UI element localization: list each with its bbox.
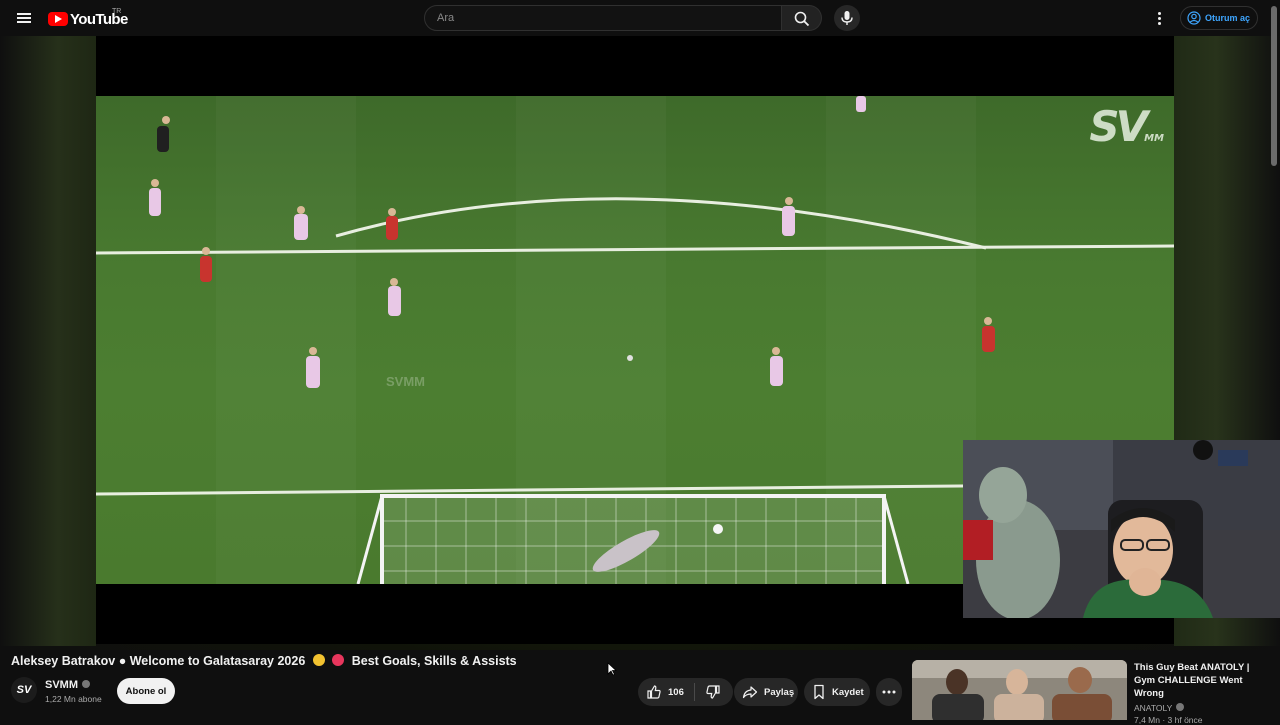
voice-search-button[interactable] (834, 5, 860, 31)
webcam-scene (963, 440, 1280, 618)
settings-menu-button[interactable] (1148, 7, 1170, 29)
recommended-video-thumbnail[interactable] (912, 660, 1127, 720)
share-arrow-icon (742, 686, 758, 699)
subscriber-count: 1,22 Mn abone (45, 694, 102, 704)
recommended-channel-text: ANATOLY (1134, 703, 1173, 713)
search-button[interactable] (782, 5, 822, 31)
channel-name: SVMM (45, 679, 78, 691)
more-horizontal-icon (882, 690, 896, 694)
country-code: TR (112, 8, 122, 15)
watermark-logo-text: SV (1089, 102, 1148, 151)
sign-in-label: Oturum aç (1205, 13, 1251, 23)
subscribe-button[interactable]: Abone ol (117, 678, 175, 704)
recommended-video-meta: 7,4 Mn · 3 hf önce (1134, 715, 1203, 725)
sign-in-button[interactable]: Oturum aç (1180, 6, 1258, 30)
bookmark-icon (814, 684, 824, 700)
title-text-tail: Best Goals, Skills & Assists (351, 654, 517, 668)
thumbs-up-icon (647, 685, 661, 699)
guide-menu-button[interactable] (12, 6, 36, 30)
video-title: Aleksey Batrakov ● Welcome to Galatasara… (11, 654, 517, 668)
dislike-button[interactable] (695, 678, 731, 706)
center-watermark: SVMM (386, 374, 425, 389)
title-text-main: Aleksey Batrakov ● Welcome to Galatasara… (11, 654, 306, 668)
menu-icon-bar (17, 13, 31, 15)
yellow-heart-emoji-icon (312, 654, 325, 666)
channel-name-link[interactable]: SVMM (45, 679, 90, 691)
watermark-logo-sub: MM (1144, 133, 1164, 144)
recommended-video-title[interactable]: This Guy Beat ANATOLY | Gym CHALLENGE We… (1134, 661, 1264, 700)
save-button[interactable]: Kaydet (804, 678, 870, 706)
search-box (424, 5, 782, 31)
search-icon (794, 11, 810, 27)
like-dislike-group: 106 (638, 678, 733, 706)
channel-avatar-text: SV (16, 684, 32, 696)
share-button[interactable]: Paylaş (734, 678, 798, 706)
scrollbar-thumb[interactable] (1271, 6, 1277, 166)
verified-badge-icon (82, 680, 90, 688)
menu-icon-bar (17, 21, 31, 23)
youtube-play-icon (48, 12, 68, 26)
like-button[interactable]: 106 (638, 678, 684, 706)
channel-watermark: SVMM (1089, 102, 1164, 151)
search-input[interactable] (435, 11, 769, 25)
save-label: Kaydet (832, 686, 864, 698)
account-circle-icon (1187, 11, 1201, 25)
masthead: YouTube TR Oturum aç (0, 0, 1280, 36)
microphone-icon (841, 11, 853, 25)
more-actions-button[interactable] (876, 678, 902, 706)
recommended-channel-name[interactable]: ANATOLY (1134, 703, 1185, 713)
menu-icon-bar (17, 17, 31, 19)
thumbnail-image (912, 660, 1127, 720)
like-count: 106 (668, 686, 684, 698)
webcam-overlay (963, 440, 1280, 618)
mouse-cursor-icon (607, 662, 617, 676)
dot (1158, 22, 1161, 25)
ambient-left (0, 36, 96, 646)
channel-avatar[interactable]: SV (11, 677, 37, 703)
red-heart-emoji-icon (332, 654, 345, 666)
share-label: Paylaş (764, 686, 795, 698)
verified-badge-icon (1176, 703, 1185, 711)
dot (1158, 17, 1161, 20)
thumbs-down-icon (706, 685, 720, 699)
dot (1158, 12, 1161, 15)
